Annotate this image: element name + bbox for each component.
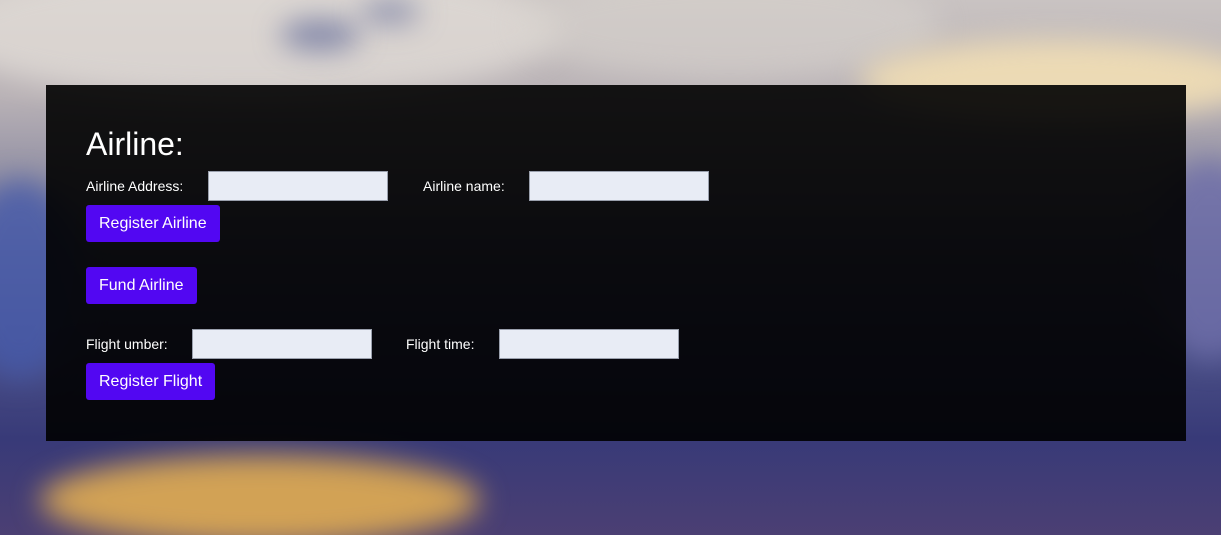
background-cloud: [280, 20, 360, 50]
airline-name-label: Airline name:: [423, 178, 505, 194]
airline-section-title: Airline:: [86, 126, 184, 162]
fund-airline-button[interactable]: Fund Airline: [86, 267, 197, 304]
flight-time-label: Flight time:: [406, 336, 475, 352]
airline-name-input[interactable]: [529, 171, 709, 201]
background-cloud: [40, 455, 480, 535]
airline-address-label: Airline Address:: [86, 178, 184, 194]
register-flight-button[interactable]: Register Flight: [86, 363, 216, 400]
airline-address-input[interactable]: [208, 171, 388, 201]
flight-number-label: Flight umber:: [86, 336, 168, 352]
flight-time-input[interactable]: [499, 329, 679, 359]
airline-panel: Airline: Airline Address: Airline name: …: [46, 85, 1186, 441]
flight-number-input[interactable]: [192, 329, 372, 359]
background-cloud: [360, 0, 420, 24]
register-airline-button[interactable]: Register Airline: [86, 205, 220, 242]
